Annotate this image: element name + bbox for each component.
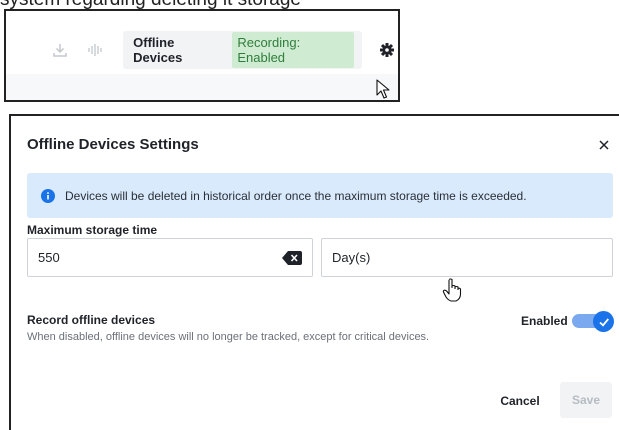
toggle-knob	[593, 311, 614, 332]
waveform-icon[interactable]	[84, 38, 108, 62]
toggle-state-label: Enabled	[521, 314, 568, 328]
storage-time-value: 550	[38, 250, 60, 265]
status-title: Offline Devices	[133, 35, 183, 65]
hand-pointer-icon	[442, 278, 462, 302]
storage-unit-select[interactable]: Day(s)	[321, 238, 613, 277]
top-text-fragment: system regarding deleting it storage	[0, 0, 619, 9]
checkmark-icon	[598, 317, 609, 327]
toolbar-divider-band	[6, 74, 398, 100]
info-banner: Devices will be deleted in historical or…	[27, 173, 613, 218]
download-icon[interactable]	[48, 38, 72, 62]
mouse-pointer-icon	[376, 79, 390, 99]
record-offline-title: Record offline devices	[27, 313, 156, 327]
gear-icon[interactable]	[376, 39, 398, 61]
record-offline-toggle[interactable]	[572, 311, 614, 332]
info-icon	[41, 188, 55, 203]
recording-status-badge: Recording: Enabled	[232, 32, 355, 68]
save-button[interactable]: Save	[560, 382, 612, 418]
toolbar-row: Offline Devices Recording: Enabled	[48, 31, 398, 69]
dialog-title: Offline Devices Settings	[27, 136, 199, 153]
storage-time-label: Maximum storage time	[27, 223, 158, 237]
record-offline-description: When disabled, offline devices will no l…	[27, 331, 430, 343]
offline-devices-status[interactable]: Offline Devices Recording: Enabled	[123, 31, 363, 69]
storage-unit-value: Day(s)	[332, 250, 371, 265]
close-icon[interactable]	[596, 137, 612, 153]
cancel-button[interactable]: Cancel	[490, 386, 550, 416]
toolbar-panel: Offline Devices Recording: Enabled	[4, 9, 400, 102]
offline-devices-settings-dialog: Offline Devices Settings Devices will be…	[9, 114, 619, 430]
info-text: Devices will be deleted in historical or…	[65, 188, 527, 203]
clear-input-icon[interactable]	[282, 250, 302, 265]
storage-time-input[interactable]: 550	[27, 238, 313, 277]
